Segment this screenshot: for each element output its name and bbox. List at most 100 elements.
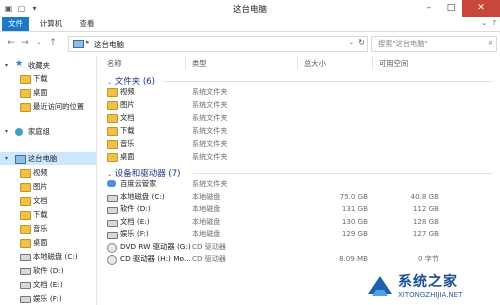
list-item[interactable]: 桌面 系统文件夹 <box>97 151 500 163</box>
nav-item[interactable]: 文档 <box>0 194 96 207</box>
breadcrumb-separator[interactable]: ▸ <box>86 38 90 46</box>
cell-type: 本地磁盘 <box>192 216 221 226</box>
folder-icon <box>107 88 118 97</box>
nav-item-label: 视频 <box>33 168 48 177</box>
folder-icon <box>20 239 31 248</box>
back-icon[interactable]: ← <box>6 37 16 49</box>
homegroup-icon <box>15 128 23 136</box>
cell-name: 下载 <box>120 126 135 135</box>
nav-item[interactable]: 软件 (D:) <box>0 264 96 277</box>
refresh-icon[interactable]: ↻ <box>358 38 365 47</box>
nav-item[interactable]: 图片 <box>0 180 96 193</box>
list-item[interactable]: 本地磁盘 (C:) 本地磁盘 75.0 GB 40.8 GB <box>97 191 500 203</box>
list-item[interactable]: 百度云管家 系统文件夹 <box>97 178 500 190</box>
up-icon[interactable]: ↑ <box>48 37 58 49</box>
nav-item[interactable]: 视频 <box>0 166 96 179</box>
cell-total: 129 GB <box>341 229 368 238</box>
column-header-type[interactable]: 类型 <box>192 59 207 69</box>
nav-item-label: 最近访问的位置 <box>33 102 85 111</box>
nav-item-label: 文档 <box>33 196 48 205</box>
nav-item[interactable]: 文档 (E:) <box>0 278 96 291</box>
list-item[interactable]: 娱乐 (F:) 本地磁盘 129 GB 127 GB <box>97 228 500 240</box>
cell-type: 系统文件夹 <box>192 179 228 188</box>
expand-icon[interactable]: ▾ <box>5 59 8 72</box>
maximize-icon[interactable]: □ <box>440 0 462 17</box>
tab-view[interactable]: 查看 <box>76 17 98 31</box>
collapse-icon[interactable]: ⌄ <box>107 171 112 178</box>
nav-item[interactable]: ▾ 这台电脑 <box>0 152 96 165</box>
list-item[interactable]: DVD RW 驱动器 (G:) CD 驱动器 <box>97 241 500 253</box>
column-header-total[interactable]: 总大小 <box>304 59 326 69</box>
group-divider <box>193 173 493 174</box>
cloud-icon <box>107 180 116 187</box>
nav-item-label: 图片 <box>33 182 48 191</box>
nav-item[interactable]: 桌面 <box>0 236 96 249</box>
nav-item[interactable]: 本地磁盘 (C:) <box>0 250 96 263</box>
folder-icon <box>107 153 118 162</box>
nav-item-label: 下载 <box>33 74 48 83</box>
folder-icon <box>20 211 31 220</box>
search-icon[interactable]: ⌕ <box>489 38 493 48</box>
drive-icon <box>20 268 31 275</box>
nav-item[interactable]: 桌面 <box>0 86 96 99</box>
expand-icon[interactable]: ▾ <box>5 125 8 138</box>
recent-locations-icon[interactable]: ⌄ <box>34 37 44 49</box>
ribbon-tabs: 文件 计算机 查看 ⌄ ? <box>0 17 500 32</box>
list-item[interactable]: CD 驱动器 (H:) Mo... CD 驱动器 8.09 MB 0 字节 <box>97 253 500 265</box>
chevron-down-icon[interactable]: ⌄ <box>481 19 487 27</box>
folder-icon <box>107 127 118 136</box>
nav-item[interactable]: 下载 <box>0 72 96 85</box>
list-item[interactable]: 音乐 系统文件夹 <box>97 138 500 150</box>
folder-icon <box>20 169 31 178</box>
nav-item[interactable]: ▾ 家庭组 <box>0 125 96 138</box>
list-item[interactable]: 软件 (D:) 本地磁盘 131 GB 112 GB <box>97 203 500 215</box>
cell-free: 40.8 GB <box>410 191 439 201</box>
nav-item-label: 这台电脑 <box>28 154 58 163</box>
nav-item-label: 本地磁盘 (C:) <box>33 252 78 261</box>
ribbon-controls: ⌄ ? <box>481 19 496 27</box>
cell-name: DVD RW 驱动器 (G:) <box>120 241 191 251</box>
list-item[interactable]: 文档 系统文件夹 <box>97 112 500 124</box>
address-bar[interactable]: ▸ 这台电脑 ⌄ ↻ <box>68 36 368 52</box>
folder-icon <box>20 225 31 234</box>
column-header-name[interactable]: 名称 <box>107 59 122 69</box>
column-divider[interactable] <box>372 56 373 70</box>
forward-icon[interactable]: → <box>20 37 30 49</box>
pc-icon <box>15 155 26 164</box>
minimize-icon[interactable]: – <box>418 0 440 17</box>
nav-item[interactable]: 下载 <box>0 208 96 221</box>
cell-type: 系统文件夹 <box>192 100 228 109</box>
tab-computer[interactable]: 计算机 <box>36 17 66 31</box>
collapse-icon[interactable]: ⌄ <box>107 79 112 86</box>
cell-type: 系统文件夹 <box>192 87 228 96</box>
drive-icon <box>107 232 118 239</box>
cell-name: 音乐 <box>120 139 135 148</box>
column-divider[interactable] <box>185 56 186 70</box>
expand-icon[interactable]: ▾ <box>5 152 8 165</box>
column-divider[interactable] <box>297 56 298 70</box>
list-item[interactable]: 文档 (E:) 本地磁盘 130 GB 128 GB <box>97 216 500 228</box>
tab-file[interactable]: 文件 <box>2 17 29 31</box>
nav-item[interactable]: 音乐 <box>0 222 96 235</box>
close-icon[interactable]: ✕ <box>462 0 500 17</box>
folder-icon <box>107 114 118 123</box>
help-icon[interactable]: ? <box>492 19 496 27</box>
cd-icon <box>107 242 117 253</box>
list-item[interactable]: 图片 系统文件夹 <box>97 99 500 111</box>
navigation-pane[interactable]: ▾ ★ 收藏夹 下载 桌面 最近访问的位置 ▾ 家庭组 ▾ 这台电脑 视频 图片 文档 下载 音乐 桌面 本地磁… <box>0 56 97 305</box>
nav-item[interactable]: 最近访问的位置 <box>0 100 96 113</box>
nav-item[interactable]: ▾ ★ 收藏夹 <box>0 59 96 72</box>
nav-item-label: 音乐 <box>33 224 48 233</box>
list-item[interactable]: 下载 系统文件夹 <box>97 125 500 137</box>
search-input[interactable]: 搜索"这台电脑" ⌕ <box>371 36 497 52</box>
breadcrumb[interactable]: 这台电脑 <box>94 39 124 50</box>
list-item[interactable]: 视频 系统文件夹 <box>97 86 500 98</box>
column-header-free[interactable]: 可用空间 <box>379 59 408 69</box>
folder-icon <box>20 197 31 206</box>
nav-item[interactable]: 娱乐 (F:) <box>0 292 96 305</box>
title-bar: ▣ ▢ ▾ 这台电脑 – □ ✕ <box>0 0 500 17</box>
nav-item-label: 下载 <box>33 210 48 219</box>
address-dropdown-icon[interactable]: ⌄ <box>349 39 354 46</box>
folder-icon <box>107 101 118 110</box>
cell-name: 视频 <box>120 87 135 96</box>
